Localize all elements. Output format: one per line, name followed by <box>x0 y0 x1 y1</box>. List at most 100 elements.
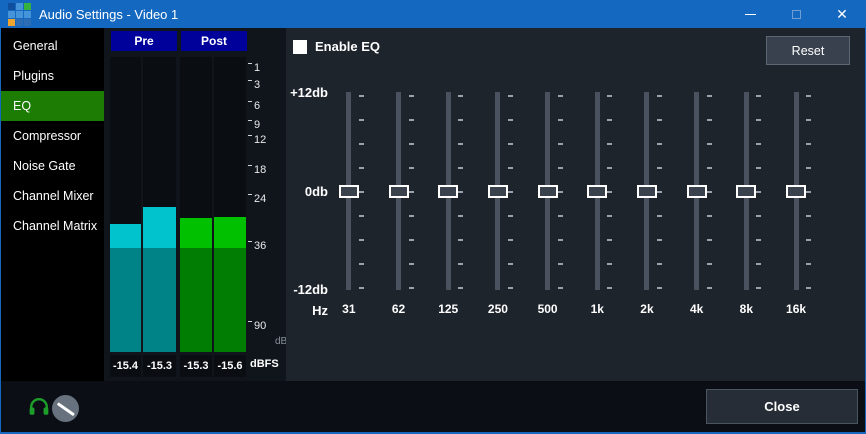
eq-band-freq-label: 500 <box>523 302 573 316</box>
meter-scale-tick: 36 <box>254 240 266 252</box>
maximize-button <box>773 0 819 28</box>
eq-slider-tick <box>458 239 463 241</box>
eq-slider-tick <box>806 287 811 289</box>
meter-main-segment <box>143 248 176 352</box>
eq-slider-tick <box>607 143 612 145</box>
meter-group-label-post: Post <box>181 31 247 51</box>
eq-slider-tick <box>558 191 563 193</box>
scale-tick-mark <box>248 135 252 136</box>
eq-slider-tick <box>657 143 662 145</box>
eq-band-250: 250 <box>473 28 523 328</box>
meter-peak-segment <box>110 224 141 248</box>
eq-slider-handle-62[interactable] <box>389 185 409 198</box>
eq-band-16k: 16k <box>771 28 821 328</box>
eq-slider-tick <box>508 263 513 265</box>
meter-scale-tick: 12 <box>254 134 266 146</box>
eq-slider-tick <box>409 95 414 97</box>
sidebar-item-channel-matrix[interactable]: Channel Matrix <box>1 211 104 241</box>
eq-slider-handle-1k[interactable] <box>587 185 607 198</box>
meter-value-pre-1: -15.4 <box>110 355 141 377</box>
eq-slider-tick <box>607 215 612 217</box>
meter-peak-segment <box>143 207 176 248</box>
eq-slider-tick <box>409 287 414 289</box>
eq-slider-tick <box>359 119 364 121</box>
scale-tick-mark <box>248 321 252 322</box>
scale-tick-mark <box>248 241 252 242</box>
eq-slider-tick <box>607 119 612 121</box>
eq-slider-tick <box>508 191 513 193</box>
close-window-button[interactable]: ✕ <box>819 0 865 28</box>
eq-slider-tick <box>458 95 463 97</box>
eq-slider-tick <box>707 239 712 241</box>
eq-slider-tick <box>558 239 563 241</box>
title-bar: Audio Settings - Video 1 ✕ <box>1 0 865 28</box>
enable-eq-checkbox[interactable] <box>293 40 307 54</box>
eq-slider-tick <box>558 167 563 169</box>
eq-slider-handle-125[interactable] <box>438 185 458 198</box>
eq-slider-tick <box>409 239 414 241</box>
eq-slider-tick <box>359 239 364 241</box>
eq-slider-tick <box>458 287 463 289</box>
sidebar-item-plugins[interactable]: Plugins <box>1 61 104 91</box>
meter-scale-tick: 90 <box>254 320 266 332</box>
eq-slider-tick <box>359 287 364 289</box>
headphone-volume-knob[interactable] <box>52 395 79 422</box>
eq-slider-tick <box>607 263 612 265</box>
eq-slider-tick <box>806 215 811 217</box>
logo-square <box>8 19 15 26</box>
eq-slider-tick <box>806 191 811 193</box>
eq-slider-handle-500[interactable] <box>538 185 558 198</box>
eq-slider-tick <box>707 287 712 289</box>
eq-slider-tick <box>806 143 811 145</box>
app-logo-icon <box>8 3 31 26</box>
eq-slider-tick <box>359 167 364 169</box>
scale-tick-mark <box>248 165 252 166</box>
eq-slider-tick <box>657 239 662 241</box>
eq-slider-tick <box>707 263 712 265</box>
eq-slider-tick <box>558 263 563 265</box>
eq-slider-tick <box>756 191 761 193</box>
eq-slider-handle-250[interactable] <box>488 185 508 198</box>
eq-slider-handle-2k[interactable] <box>637 185 657 198</box>
eq-slider-tick <box>558 215 563 217</box>
sidebar-item-eq[interactable]: EQ <box>1 91 104 121</box>
eq-slider-tick <box>458 143 463 145</box>
eq-slider-tick <box>806 167 811 169</box>
eq-slider-tick <box>707 143 712 145</box>
logo-square <box>16 19 23 26</box>
meter-bar-pre-2 <box>143 57 176 352</box>
eq-slider-tick <box>756 239 761 241</box>
sidebar-item-noise-gate[interactable]: Noise Gate <box>1 151 104 181</box>
scale-tick-mark <box>248 194 252 195</box>
eq-band-freq-label: 2k <box>622 302 672 316</box>
sidebar-item-channel-mixer[interactable]: Channel Mixer <box>1 181 104 211</box>
knob-pointer-icon <box>57 402 75 416</box>
eq-slider-tick <box>409 215 414 217</box>
close-button[interactable]: Close <box>706 389 858 424</box>
eq-band-freq-label: 31 <box>324 302 374 316</box>
eq-slider-tick <box>657 119 662 121</box>
sidebar-item-general[interactable]: General <box>1 31 104 61</box>
eq-slider-handle-31[interactable] <box>339 185 359 198</box>
eq-slider-handle-16k[interactable] <box>786 185 806 198</box>
logo-square <box>16 11 23 18</box>
eq-slider-tick <box>806 119 811 121</box>
minimize-icon <box>745 14 756 15</box>
eq-slider-handle-4k[interactable] <box>687 185 707 198</box>
eq-slider-tick <box>756 287 761 289</box>
eq-axis-plus12-label: +12db <box>282 85 328 100</box>
eq-slider-tick <box>359 191 364 193</box>
minimize-button[interactable] <box>727 0 773 28</box>
logo-square <box>8 3 15 10</box>
eq-slider-tick <box>359 263 364 265</box>
eq-slider-tick <box>508 239 513 241</box>
eq-slider-tick <box>707 119 712 121</box>
headphones-icon[interactable] <box>28 396 50 418</box>
eq-slider-handle-8k[interactable] <box>736 185 756 198</box>
meter-bar-post-2 <box>214 57 246 352</box>
eq-slider-tick <box>558 287 563 289</box>
eq-slider-tick <box>508 143 513 145</box>
footer-bar: Close <box>1 381 865 432</box>
sidebar-item-compressor[interactable]: Compressor <box>1 121 104 151</box>
eq-slider-tick <box>458 191 463 193</box>
